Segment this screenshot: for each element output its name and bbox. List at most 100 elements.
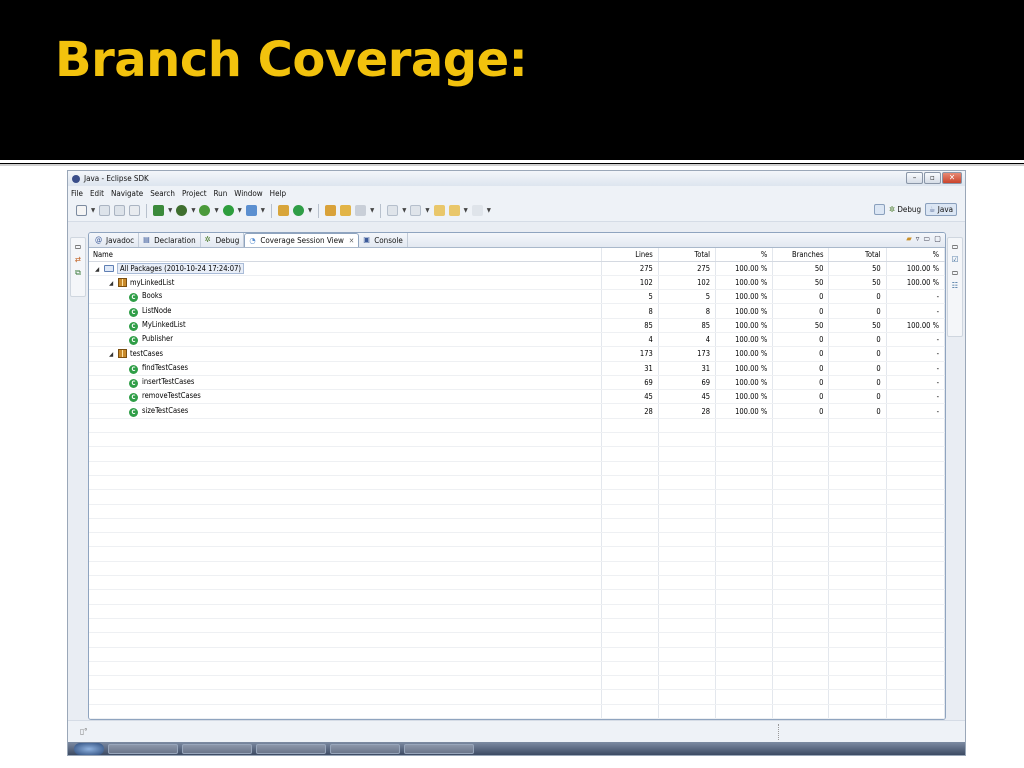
tab-debug[interactable]: ✲ Debug [201,233,245,247]
table-row[interactable]: ◢ All Packages (2010-10-24 17:24:07) 275 27… [89,261,945,276]
new-icon[interactable] [76,205,87,216]
col-name[interactable]: Name [89,248,602,262]
menu-window[interactable]: Window [234,189,262,198]
task-list-icon[interactable]: ☑ [951,255,960,264]
coverage-run-icon[interactable] [153,205,165,216]
table-row[interactable]: CsizeTestCases 28 28 100.00 % 0 0- [89,403,945,419]
forward-icon[interactable] [471,205,483,216]
run-icon[interactable] [222,205,234,216]
maximize-view-icon[interactable]: ▢ [934,234,941,243]
table-row[interactable]: C Books 5 5 100.00 % 0 0- [89,289,945,305]
table-row[interactable]: CinsertTestCases 69 69 100.00 % 0 0- [89,375,945,391]
lines-cell: 85 [601,318,659,333]
dropdown-arrow-icon[interactable]: ▼ [487,207,491,214]
external-tools-icon[interactable] [245,205,257,216]
profile-icon[interactable] [176,205,188,216]
menu-file[interactable]: File [71,189,83,198]
debug-perspective-button[interactable]: ✲ Debug [889,205,921,214]
fast-view-icon[interactable]: ▯° [80,727,88,736]
col-branches-pct[interactable]: % [886,248,945,262]
dropdown-arrow-icon[interactable]: ▼ [308,207,312,214]
open-type-icon[interactable] [325,205,337,216]
table-row[interactable]: C Publisher 4 4 100.00 % 0 0- [89,332,945,348]
print-icon[interactable] [129,205,141,216]
dropdown-arrow-icon[interactable]: ▼ [214,207,218,214]
table-row[interactable]: C ListNode 8 8 100.00 % 0 0- [89,303,945,319]
debug-run-icon[interactable] [199,205,211,216]
menu-navigate[interactable]: Navigate [111,189,143,198]
java-perspective-button[interactable]: ☕ Java [925,203,957,216]
dropdown-arrow-icon[interactable]: ▼ [168,207,172,214]
minimize-button[interactable]: – [906,172,923,184]
table-row[interactable]: CfindTestCases 31 31 100.00 % 0 0- [89,361,945,376]
taskbar-item[interactable] [404,743,474,754]
expand-toggle-icon[interactable]: ◢ [95,266,101,273]
dropdown-arrow-icon[interactable]: ▼ [191,207,195,214]
save-all-icon[interactable] [114,205,126,216]
next-annotation-icon[interactable] [387,205,399,216]
last-edit-icon[interactable] [433,205,445,216]
branches-cell: 50 [772,318,830,333]
debug-perspective-label: Debug [897,205,922,214]
maximize-button[interactable]: ▫ [924,172,941,184]
taskbar-item[interactable] [108,743,178,754]
tab-javadoc[interactable]: @ Javadoc [91,233,140,247]
dropdown-arrow-icon[interactable]: ▼ [402,207,406,214]
menu-help[interactable]: Help [270,189,286,198]
dropdown-arrow-icon[interactable]: ▼ [464,207,468,214]
lines-cell: 28 [601,403,659,419]
taskbar-item[interactable] [182,743,252,754]
open-resource-icon[interactable] [340,205,352,216]
menu-search[interactable]: Search [150,189,175,198]
back-icon[interactable] [448,205,460,216]
new-class-icon[interactable] [292,205,304,216]
table-row[interactable]: C MyLinkedList 85 85 100.00 % 50 50 100.00 % [89,318,945,333]
window-titlebar[interactable]: Java - Eclipse SDK – ▫ ✕ [68,171,965,186]
close-button[interactable]: ✕ [942,172,962,184]
empty-cell [886,661,945,677]
open-perspective-icon[interactable] [874,204,886,215]
empty-cell [715,647,774,662]
menu-run[interactable]: Run [214,189,228,198]
table-row[interactable]: ◢ myLinkedList 102 102 100.00 % 50 50 100.00 % [89,275,945,291]
dropdown-arrow-icon[interactable]: ▼ [238,207,242,214]
dropdown-arrow-icon[interactable]: ▼ [425,207,429,214]
previous-annotation-icon[interactable] [410,205,422,216]
tab-console[interactable]: ▣ Console [359,233,408,247]
tab-coverage-session-view[interactable]: ◔ Coverage Session View ✕ [244,233,360,247]
new-package-icon[interactable] [277,205,289,216]
view-menu-icon[interactable]: ▿ [916,234,920,243]
save-icon[interactable] [99,205,111,216]
taskbar-item[interactable] [256,743,326,754]
expand-toggle-icon[interactable]: ◢ [109,351,115,358]
dropdown-arrow-icon[interactable]: ▼ [261,207,265,214]
restore-icon[interactable]: ▭ [74,242,83,251]
open-session-icon[interactable]: ▰ [906,234,912,243]
col-lines-total[interactable]: Total [658,248,717,262]
menu-project[interactable]: Project [182,189,207,198]
outline-icon[interactable]: ☷ [951,281,960,290]
empty-cell [601,546,659,562]
restore-icon[interactable]: ▭ [951,268,960,277]
debug-icon: ✲ [889,205,896,214]
minimize-view-icon[interactable]: ▭ [923,234,930,243]
restore-icon[interactable]: ▭ [951,242,960,251]
hierarchy-icon[interactable]: ⇄ [74,255,83,264]
taskbar-item[interactable] [330,743,400,754]
col-branches[interactable]: Branches [772,248,830,262]
dropdown-arrow-icon[interactable]: ▼ [91,207,95,214]
dropdown-arrow-icon[interactable]: ▼ [370,207,374,214]
start-button[interactable] [74,742,104,755]
col-lines-pct[interactable]: % [715,248,774,262]
search-icon[interactable] [355,205,367,216]
table-row[interactable]: CremoveTestCases 45 45 100.00 % 0 0- [89,389,945,405]
col-branches-total[interactable]: Total [828,248,887,262]
col-lines[interactable]: Lines [601,248,659,262]
package-explorer-icon[interactable]: ⧉ [74,268,83,277]
table-row[interactable]: ◢ testCases 173 173 100.00 % 0 0- [89,346,945,362]
menu-edit[interactable]: Edit [90,189,104,198]
expand-toggle-icon[interactable]: ◢ [109,280,115,287]
tab-declaration[interactable]: ▤ Declaration [139,233,201,247]
close-tab-icon[interactable]: ✕ [349,237,354,245]
item-label: insertTestCases [142,377,195,387]
